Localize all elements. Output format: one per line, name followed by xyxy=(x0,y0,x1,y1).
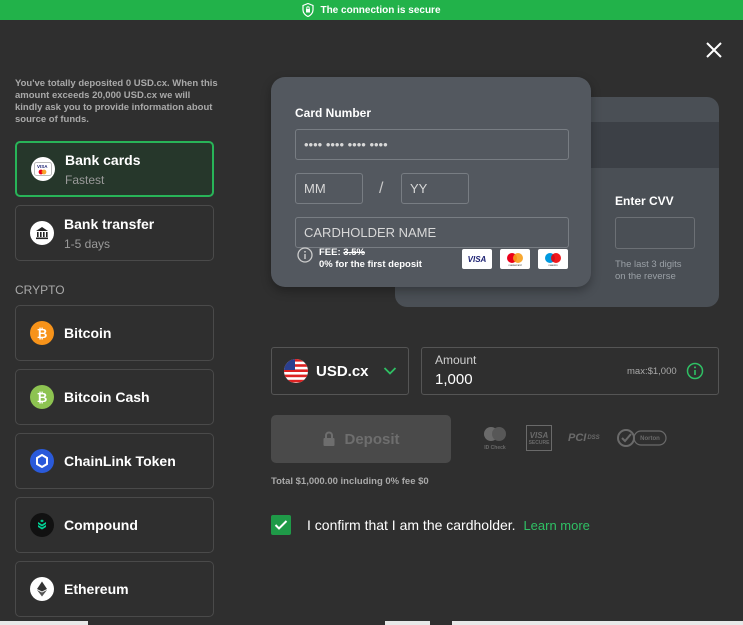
method-bank-cards[interactable]: VISA Bank cards Fastest xyxy=(15,141,214,197)
svg-text:ID Check: ID Check xyxy=(484,445,506,451)
cardholder-name-input[interactable]: CARDHOLDER NAME xyxy=(295,217,569,248)
deposit-button[interactable]: Deposit xyxy=(271,415,451,463)
svg-text:Norton: Norton xyxy=(640,436,660,442)
confirm-text: I confirm that I am the cardholder. xyxy=(307,517,516,533)
currency-select[interactable]: USD.cx xyxy=(271,347,409,395)
card-brands: VISA mastercard maestro xyxy=(462,249,568,269)
bitcoin-cash-icon: ₿ xyxy=(30,385,54,409)
info-icon[interactable] xyxy=(686,362,704,380)
svg-text:mastercard: mastercard xyxy=(509,263,523,267)
method-title: Bitcoin Cash xyxy=(64,389,150,405)
method-title: Bank transfer xyxy=(64,215,155,232)
bottom-strip xyxy=(0,621,743,625)
fee-info: FEE: 3.5% 0% for the first deposit xyxy=(297,247,422,271)
mastercard-id-check-icon: ID Check xyxy=(480,424,510,452)
method-subtitle: 1-5 days xyxy=(64,236,111,251)
secure-connection-text: The connection is secure xyxy=(320,4,441,16)
method-title: Ethereum xyxy=(64,581,129,597)
expiry-separator: / xyxy=(379,180,384,197)
method-title: Bank cards xyxy=(65,151,141,168)
cardholder-confirmation: I confirm that I am the cardholder. Lear… xyxy=(271,515,590,535)
chainlink-icon xyxy=(30,449,54,473)
visa-logo-icon: VISA xyxy=(462,249,492,269)
checkmark-icon xyxy=(274,520,288,530)
confirm-checkbox[interactable] xyxy=(271,515,291,535)
norton-secured-icon: Norton xyxy=(616,427,668,449)
crypto-section-label: CRYPTO xyxy=(15,283,65,297)
info-icon xyxy=(297,247,313,263)
method-title: Compound xyxy=(64,517,138,533)
card-number-input[interactable]: •••• •••• •••• •••• xyxy=(295,129,569,160)
cvv-input[interactable] xyxy=(615,217,695,249)
card-number-label: Card Number xyxy=(295,106,372,120)
credit-card-icon: VISA xyxy=(31,157,55,181)
cvv-hint: The last 3 digits on the reverse xyxy=(615,259,682,282)
shield-lock-icon xyxy=(302,3,315,17)
amount-label: Amount xyxy=(435,353,477,367)
total-summary: Total $1,000.00 including 0% fee $0 xyxy=(271,476,429,487)
pci-dss-icon: PCI DSS xyxy=(568,432,600,444)
ethereum-icon xyxy=(30,577,54,601)
card-front: Card Number •••• •••• •••• •••• MM / YY … xyxy=(271,77,591,287)
mastercard-logo-icon: mastercard xyxy=(500,249,530,269)
method-title: ChainLink Token xyxy=(64,453,176,469)
secure-connection-bar: The connection is secure xyxy=(0,0,743,20)
fee-value: 3.5% xyxy=(343,247,365,258)
compound-icon xyxy=(30,513,54,537)
bank-icon xyxy=(30,221,54,245)
visa-secure-icon: VISA SECURE xyxy=(526,425,552,451)
trust-badges: ID Check VISA SECURE PCI DSS Norton xyxy=(480,424,668,452)
cvv-label: Enter CVV xyxy=(615,194,674,208)
max-amount: max:$1,000 xyxy=(627,366,677,377)
deposit-label: Deposit xyxy=(344,430,400,448)
method-bank-transfer[interactable]: Bank transfer 1-5 days xyxy=(15,205,214,261)
svg-text:maestro: maestro xyxy=(548,263,558,267)
method-chainlink[interactable]: ChainLink Token xyxy=(15,433,214,489)
method-bitcoin[interactable]: ₿ Bitcoin xyxy=(15,305,214,361)
chevron-down-icon xyxy=(383,367,396,375)
bitcoin-icon: ₿ xyxy=(30,321,54,345)
close-icon xyxy=(706,42,722,58)
method-ethereum[interactable]: Ethereum xyxy=(15,561,214,617)
method-compound[interactable]: Compound xyxy=(15,497,214,553)
maestro-logo-icon: maestro xyxy=(538,249,568,269)
us-flag-icon xyxy=(284,359,308,383)
lock-icon xyxy=(323,431,335,446)
amount-input[interactable]: Amount 1,000 max:$1,000 xyxy=(421,347,719,395)
method-subtitle: Fastest xyxy=(65,172,105,187)
fee-label: FEE: xyxy=(319,247,341,258)
learn-more-link[interactable]: Learn more xyxy=(523,518,589,533)
amount-value: 1,000 xyxy=(435,371,473,388)
deposit-limit-notice: You've totally deposited 0 USD.cx. When … xyxy=(15,78,218,125)
method-title: Bitcoin xyxy=(64,325,112,341)
fee-note: 0% for the first deposit xyxy=(319,259,422,270)
expiry-year-input[interactable]: YY xyxy=(401,173,469,204)
currency-code: USD.cx xyxy=(316,362,369,380)
close-button[interactable] xyxy=(704,40,724,60)
expiry-month-input[interactable]: MM xyxy=(295,173,363,204)
method-bitcoin-cash[interactable]: ₿ Bitcoin Cash xyxy=(15,369,214,425)
svg-text:VISA: VISA xyxy=(37,164,48,169)
